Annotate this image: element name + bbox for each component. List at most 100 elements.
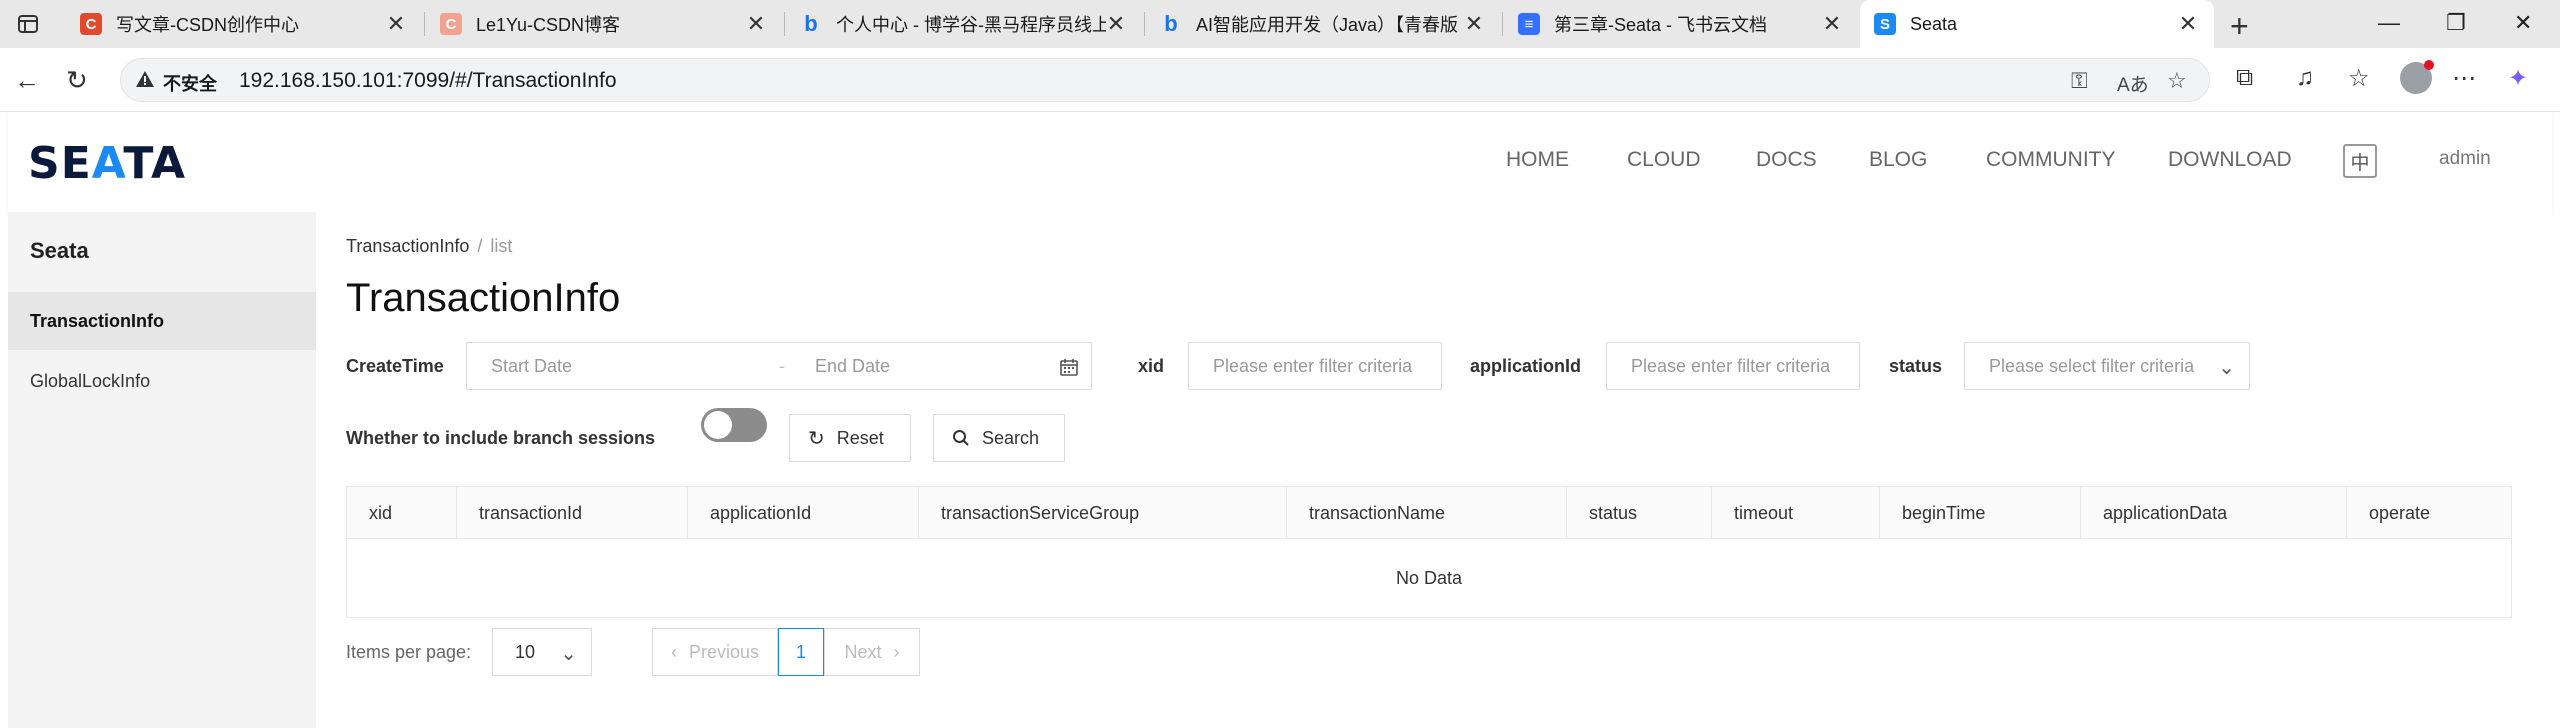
browser-tab-csdn-blog[interactable]: C Le1Yu-CSDN博客 ✕ (426, 0, 782, 48)
column-header: transactionName (1287, 487, 1567, 539)
column-header: applicationData (2081, 487, 2347, 539)
restore-icon[interactable]: ❐ (2446, 10, 2466, 36)
page-size-value: 10 (515, 642, 536, 662)
user-name[interactable]: admin (2439, 148, 2491, 170)
chevron-left-icon: ‹ (670, 641, 677, 662)
url-text[interactable]: 192.168.150.101:7099/#/TransactionInfo (239, 69, 617, 93)
table-header: xid transactionId applicationId transact… (347, 487, 2511, 539)
column-header: beginTime (1880, 487, 2081, 539)
nav-download[interactable]: DOWNLOAD (2168, 148, 2292, 172)
profile-avatar[interactable] (2400, 60, 2434, 94)
calendar-icon[interactable] (1059, 357, 1079, 377)
browser-tab-boxuegu[interactable]: b 个人中心 - 博学谷-黑马程序员线上 ✕ (786, 0, 1142, 48)
page-size-select[interactable]: 10 ⌄ (492, 628, 592, 676)
sidebar-title: Seata (30, 238, 89, 263)
tab-title: 个人中心 - 博学谷-黑马程序员线上 (836, 15, 1106, 35)
column-header: operate (2369, 503, 2431, 523)
tab-title: Seata (1910, 13, 1958, 34)
status-select[interactable]: Please select filter criteria ⌄ (1964, 342, 2250, 390)
chevron-right-icon: › (893, 641, 900, 662)
warning-icon[interactable] (135, 69, 155, 89)
column-header: status (1567, 487, 1712, 539)
close-tab-icon[interactable]: ✕ (746, 11, 766, 37)
page-title: TransactionInfo (346, 276, 621, 320)
branch-sessions-toggle[interactable] (701, 408, 767, 442)
security-label[interactable]: 不安全 (163, 70, 217, 96)
nav-blog[interactable]: BLOG (1869, 148, 1927, 172)
page-number-button[interactable]: 1 (778, 628, 824, 676)
tab-title: Le1Yu-CSDN博客 (476, 15, 621, 35)
feishu-doc-favicon-icon: ≡ (1518, 13, 1540, 35)
column-header: xid (347, 487, 457, 539)
close-tab-icon[interactable]: ✕ (1464, 11, 1484, 37)
branch-sessions-label: Whether to include branch sessions (346, 428, 656, 448)
address-bar[interactable]: 不安全 192.168.150.101:7099/#/TransactionIn… (120, 58, 2210, 102)
applicationid-label: applicationId (1470, 356, 1582, 376)
seata-logo[interactable]: SEATA (28, 138, 186, 189)
column-header: timeout (1712, 487, 1880, 539)
sidebar-item-globallockinfo[interactable]: GlobalLockInfo (8, 352, 316, 410)
next-label: Next (844, 641, 882, 662)
close-tab-icon[interactable]: ✕ (2178, 11, 2198, 37)
start-date-placeholder: Start Date (491, 356, 573, 376)
main-content: TransactionInfo / list TransactionInfo Cre… (316, 212, 2552, 728)
favorites-icon[interactable]: ☆ (2348, 64, 2370, 93)
browser-tab-strip: C 写文章-CSDN创作中心 ✕ C Le1Yu-CSDN博客 ✕ b 个人中心… (0, 0, 2560, 48)
more-menu-icon[interactable]: ⋯ (2452, 64, 2476, 93)
column-header: transactionId (457, 487, 688, 539)
search-label: Search (982, 427, 1040, 448)
createtime-label: CreateTime (346, 356, 444, 376)
minimize-icon[interactable]: — (2378, 10, 2400, 36)
xid-input[interactable]: Please enter filter criteria (1188, 342, 1442, 390)
tab-actions-icon[interactable] (16, 12, 40, 36)
sidebar: Seata TransactionInfo GlobalLockInfo (8, 212, 316, 728)
extensions-icon[interactable]: ⧉ (2236, 64, 2253, 92)
close-window-icon[interactable]: ✕ (2514, 10, 2532, 36)
nav-docs[interactable]: DOCS (1756, 148, 1817, 172)
back-icon[interactable]: ← (14, 65, 40, 96)
nav-community[interactable]: COMMUNITY (1986, 148, 2116, 172)
language-switch[interactable]: 中 (2343, 144, 2377, 178)
empty-state: No Data (1395, 568, 1463, 588)
previous-page-button[interactable]: ‹ Previous (652, 628, 778, 676)
end-date-placeholder: End Date (815, 356, 891, 376)
key-icon[interactable]: ⚿ (2071, 68, 2088, 94)
bing-favicon-icon: b (804, 11, 818, 36)
search-button[interactable]: Search (933, 414, 1065, 462)
breadcrumb: TransactionInfo / list (346, 236, 513, 256)
reset-icon: ↻ (808, 427, 825, 450)
tab-title: AI智能应用开发（Java）【青春版 (1196, 15, 1459, 35)
music-icon[interactable]: ♫ (2296, 64, 2314, 92)
browser-tab-feishu[interactable]: ≡ 第三章-Seata - 飞书云文档 ✕ (1504, 0, 1858, 48)
browser-tab-csdn-write[interactable]: C 写文章-CSDN创作中心 ✕ (66, 0, 422, 48)
breadcrumb-current: list (490, 236, 513, 256)
favorite-star-icon[interactable]: ☆ (2167, 68, 2187, 94)
applicationid-input[interactable]: Please enter filter criteria (1606, 342, 1860, 390)
seata-favicon-icon: S (1874, 13, 1896, 35)
new-tab-icon[interactable]: + (2230, 8, 2249, 45)
csdn-favicon-icon: C (80, 13, 102, 35)
nav-cloud[interactable]: CLOUD (1627, 148, 1701, 172)
reset-label: Reset (836, 427, 884, 448)
copilot-icon[interactable]: ✦ (2508, 64, 2528, 93)
tab-title: 写文章-CSDN创作中心 (116, 15, 299, 35)
chevron-down-icon: ⌄ (560, 643, 577, 665)
close-tab-icon[interactable]: ✕ (1822, 11, 1842, 37)
translate-icon[interactable]: Aあ (2117, 70, 2149, 97)
reset-button[interactable]: ↻ Reset (789, 414, 911, 462)
status-placeholder: Please select filter criteria (1989, 356, 2195, 376)
close-tab-icon[interactable]: ✕ (1106, 11, 1126, 37)
xid-placeholder: Please enter filter criteria (1213, 356, 1413, 376)
browser-toolbar: ← ↻ 不安全 192.168.150.101:7099/#/Transacti… (0, 48, 2560, 112)
sidebar-item-transactioninfo[interactable]: TransactionInfo (8, 292, 316, 350)
date-range-picker[interactable]: Start Date - End Date (466, 342, 1092, 390)
browser-tab-ai-dev[interactable]: b AI智能应用开发（Java）【青春版 ✕ (1146, 0, 1500, 48)
breadcrumb-item[interactable]: TransactionInfo (346, 236, 469, 256)
next-page-button[interactable]: Next › (824, 628, 920, 676)
refresh-icon[interactable]: ↻ (66, 65, 88, 96)
browser-tab-seata[interactable]: S Seata ✕ (1860, 0, 2214, 48)
nav-home[interactable]: HOME (1506, 148, 1569, 172)
items-per-page-label: Items per page: (346, 642, 472, 662)
xid-label: xid (1138, 356, 1165, 376)
close-tab-icon[interactable]: ✕ (386, 11, 406, 37)
